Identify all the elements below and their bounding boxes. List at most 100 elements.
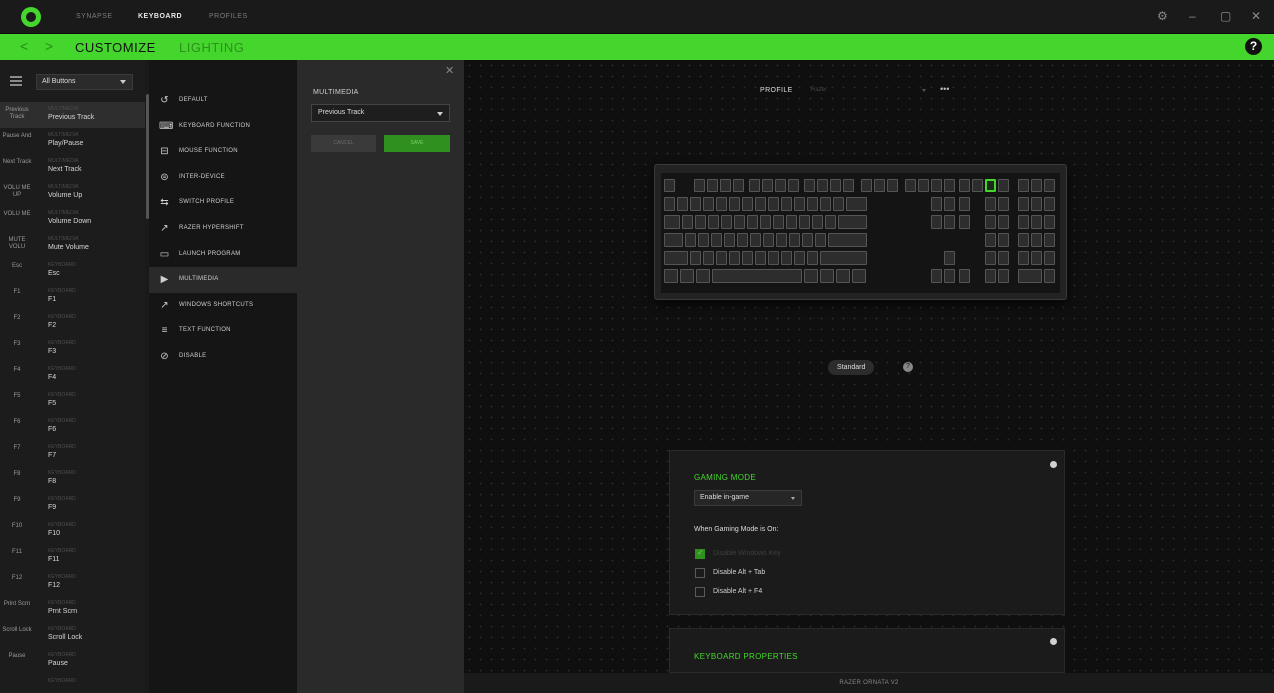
keyboard-key[interactable] xyxy=(720,179,731,192)
key-list-item[interactable]: Pause And MULTIMEDIA Play/Pause xyxy=(0,128,145,154)
keyboard-key[interactable] xyxy=(1044,251,1055,265)
keyboard-properties-toggle[interactable] xyxy=(1050,638,1057,645)
function-item-default[interactable]: ↺ DEFAULT xyxy=(149,88,297,114)
keyboard-key[interactable] xyxy=(788,179,799,192)
keyboard-key[interactable] xyxy=(664,233,683,247)
keyboard-key[interactable] xyxy=(1044,269,1055,283)
keyboard-key[interactable] xyxy=(846,197,867,211)
keyboard-key[interactable] xyxy=(1031,251,1042,265)
key-list-item[interactable]: F8 KEYBOARD F8 xyxy=(0,466,145,492)
keyboard-key[interactable] xyxy=(1044,179,1055,192)
function-item-windows-shortcuts[interactable]: ↗ WINDOWS SHORTCUTS xyxy=(149,293,297,319)
keyboard-key[interactable] xyxy=(985,215,996,229)
function-item-disable[interactable]: ⊘ DISABLE xyxy=(149,344,297,370)
profile-dropdown[interactable]: Razer xyxy=(805,84,930,97)
gaming-mode-dropdown[interactable]: Enable in-game xyxy=(694,490,802,506)
info-icon[interactable]: ? xyxy=(903,362,913,372)
keyboard-key[interactable] xyxy=(799,215,810,229)
keyboard-key[interactable] xyxy=(729,251,740,265)
save-button[interactable]: SAVE xyxy=(384,135,450,152)
button-filter-dropdown[interactable]: All Buttons xyxy=(36,74,133,90)
tab-profiles[interactable]: PROFILES xyxy=(209,13,248,20)
keyboard-key[interactable] xyxy=(755,197,766,211)
keyboard-key[interactable] xyxy=(815,233,826,247)
keyboard-key[interactable] xyxy=(762,179,773,192)
multimedia-action-dropdown[interactable]: Previous Track xyxy=(311,104,450,122)
keyboard-key[interactable] xyxy=(742,197,753,211)
keyboard-key[interactable] xyxy=(817,179,828,192)
key-list-item[interactable]: KEYBOARD xyxy=(0,674,145,693)
keyboard-key[interactable] xyxy=(716,251,727,265)
keyboard-key[interactable] xyxy=(698,233,709,247)
keyboard-key[interactable] xyxy=(1018,179,1029,192)
key-list-item[interactable]: F3 KEYBOARD F3 xyxy=(0,336,145,362)
profile-more-button[interactable]: ••• xyxy=(940,84,949,94)
keyboard-key[interactable] xyxy=(729,197,740,211)
keyboard-key[interactable] xyxy=(838,215,867,229)
keyboard-key[interactable] xyxy=(712,269,802,283)
keyboard-key[interactable] xyxy=(998,233,1009,247)
keyboard-key[interactable] xyxy=(804,269,818,283)
key-list-item[interactable]: Previous Track MULTIMEDIA Previous Track xyxy=(0,102,145,128)
close-icon[interactable]: ✕ xyxy=(445,64,454,77)
disable-windows-key-checkbox[interactable] xyxy=(695,548,705,559)
selected-key[interactable] xyxy=(985,179,996,192)
help-icon[interactable]: ? xyxy=(1245,38,1262,55)
keyboard-key[interactable] xyxy=(959,179,970,192)
keyboard-key[interactable] xyxy=(985,233,996,247)
keyboard-key[interactable] xyxy=(775,179,786,192)
keyboard-key[interactable] xyxy=(789,233,800,247)
keyboard-key[interactable] xyxy=(1044,215,1055,229)
key-list-item[interactable]: F12 KEYBOARD F12 xyxy=(0,570,145,596)
keyboard-key[interactable] xyxy=(1018,269,1042,283)
keyboard-key[interactable] xyxy=(1031,215,1042,229)
keyboard-key[interactable] xyxy=(664,251,688,265)
keyboard-key[interactable] xyxy=(747,215,758,229)
function-item-multimedia[interactable]: ▶ MULTIMEDIA xyxy=(149,267,299,294)
disable-alt-tab-checkbox[interactable] xyxy=(695,568,705,578)
keyboard-key[interactable] xyxy=(1044,197,1055,211)
keyboard-key[interactable] xyxy=(828,233,867,247)
key-list-item[interactable]: Pause KEYBOARD Pause xyxy=(0,648,145,674)
disable-alt-f4-checkbox[interactable] xyxy=(695,587,705,597)
key-list-item[interactable]: F11 KEYBOARD F11 xyxy=(0,544,145,570)
function-item-switch-profile[interactable]: ⇆ SWITCH PROFILE xyxy=(149,190,297,216)
close-window-button[interactable]: ✕ xyxy=(1251,9,1261,23)
key-list-item[interactable]: F5 KEYBOARD F5 xyxy=(0,388,145,414)
keyboard-key[interactable] xyxy=(708,215,719,229)
keyboard-key[interactable] xyxy=(998,197,1009,211)
keyboard-key[interactable] xyxy=(959,215,970,229)
key-list-item[interactable]: Next Track MULTIMEDIA Next Track xyxy=(0,154,145,180)
keyboard-key[interactable] xyxy=(768,251,779,265)
keyboard-key[interactable] xyxy=(931,269,942,283)
keyboard-key[interactable] xyxy=(918,179,929,192)
keyboard-key[interactable] xyxy=(680,269,694,283)
keyboard-key[interactable] xyxy=(843,179,854,192)
key-list-item[interactable]: F6 KEYBOARD F6 xyxy=(0,414,145,440)
keyboard-key[interactable] xyxy=(802,233,813,247)
keyboard-key[interactable] xyxy=(755,251,766,265)
key-list-item[interactable]: Esc KEYBOARD Esc xyxy=(0,258,145,284)
keyboard-key[interactable] xyxy=(944,179,955,192)
keyboard-key[interactable] xyxy=(1044,233,1055,247)
function-item-mouse-function[interactable]: ⊟ MOUSE FUNCTION xyxy=(149,139,297,165)
keyboard-key[interactable] xyxy=(707,179,718,192)
keyboard-key[interactable] xyxy=(998,269,1009,283)
settings-icon[interactable]: ⚙ xyxy=(1157,9,1168,23)
keyboard-key[interactable] xyxy=(760,215,771,229)
keyboard-key[interactable] xyxy=(703,251,714,265)
keyboard-key[interactable] xyxy=(807,251,818,265)
key-list-item[interactable]: F2 KEYBOARD F2 xyxy=(0,310,145,336)
keyboard-key[interactable] xyxy=(807,197,818,211)
keyboard-key[interactable] xyxy=(690,197,701,211)
tab-synapse[interactable]: SYNAPSE xyxy=(76,13,113,20)
keyboard-key[interactable] xyxy=(905,179,916,192)
tab-customize[interactable]: CUSTOMIZE xyxy=(75,40,156,55)
key-list-item[interactable]: Scroll Lock KEYBOARD Scroll Lock xyxy=(0,622,145,648)
keyboard-key[interactable] xyxy=(861,179,872,192)
maximize-button[interactable]: ▢ xyxy=(1220,9,1231,23)
keyboard-key[interactable] xyxy=(794,251,805,265)
keyboard-key[interactable] xyxy=(742,251,753,265)
keyboard-key[interactable] xyxy=(1018,197,1029,211)
keyboard-key[interactable] xyxy=(694,179,705,192)
